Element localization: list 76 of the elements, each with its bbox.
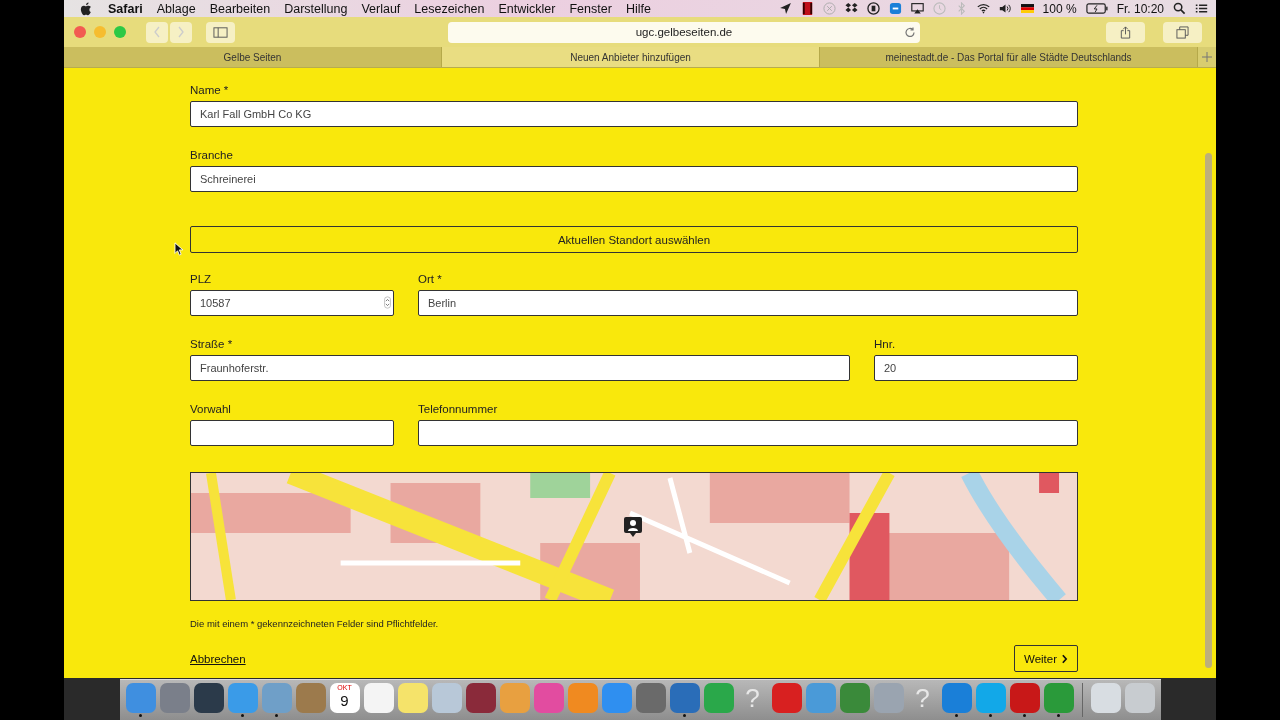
address-bar[interactable]: ugc.gelbeseiten.de <box>448 21 920 43</box>
sidebar-button[interactable] <box>206 21 235 43</box>
tabs-icon <box>1175 25 1190 39</box>
field-label: Ort * <box>418 273 443 285</box>
field-label: PLZ <box>190 273 213 285</box>
field-label: Branche <box>190 149 234 161</box>
next-button[interactable]: Weiter <box>1014 645 1078 672</box>
share-icon <box>1118 25 1133 39</box>
menu-item[interactable]: Hilfe <box>625 1 651 16</box>
search-icon[interactable] <box>1173 2 1186 15</box>
app-icon[interactable] <box>465 683 496 713</box>
text-field[interactable] <box>190 420 394 446</box>
share-button[interactable] <box>1106 21 1145 43</box>
menu-item[interactable]: Entwickler <box>498 1 556 16</box>
battery-percentage: 100 % <box>1042 1 1077 16</box>
menu-bar-clock[interactable]: Fr. 10:20 <box>1116 1 1164 16</box>
airplay-icon[interactable] <box>910 2 924 15</box>
flag-icon[interactable] <box>1020 2 1034 15</box>
menu-item[interactable]: Verlauf <box>361 1 401 16</box>
minimize-window-button[interactable] <box>94 26 106 38</box>
film-strip-icon[interactable] <box>800 2 814 15</box>
text-field[interactable]: Schreinerei <box>190 166 1078 192</box>
speaker-icon[interactable] <box>998 2 1012 15</box>
map-pin-icon[interactable] <box>623 516 643 538</box>
app-icon[interactable] <box>193 683 224 713</box>
app-icon[interactable] <box>635 683 666 713</box>
field-label: Straße * <box>190 338 234 350</box>
scrollbar-thumb[interactable] <box>1204 153 1212 668</box>
browser-tab[interactable]: meinestadt.de - Das Portal für alle Städte Deutschlands <box>820 47 1198 67</box>
app-icon[interactable] <box>363 683 394 713</box>
app-menu[interactable]: Safari <box>108 1 143 16</box>
sidebar-icon <box>213 25 228 39</box>
text-field[interactable]: Fraunhoferstr. <box>190 355 850 381</box>
mouse-cursor-icon <box>174 242 183 256</box>
text-field[interactable]: Berlin <box>418 290 1078 316</box>
menu-item[interactable]: Darstellung <box>284 1 348 16</box>
wifi-icon[interactable] <box>976 2 990 15</box>
app-icon[interactable] <box>1009 683 1040 713</box>
text-field[interactable]: Karl Fall GmbH Co KG <box>190 101 1078 127</box>
plus-icon <box>1202 52 1212 62</box>
stepper-icon[interactable] <box>384 296 391 309</box>
cancel-link[interactable]: Abbrechen <box>190 652 246 665</box>
app-icon[interactable] <box>669 683 700 713</box>
battery-icon[interactable] <box>1085 2 1108 15</box>
text-field[interactable] <box>418 420 1078 446</box>
list-icon[interactable] <box>1195 2 1208 15</box>
field-label: Hnr. <box>874 338 897 350</box>
chevron-right-icon <box>177 26 185 38</box>
required-fields-note: Die mit einem * gekennzeichneten Felder sind Pflichtfelder. <box>190 618 440 629</box>
new-tab-button[interactable] <box>1198 47 1216 67</box>
clock-icon[interactable] <box>932 2 946 15</box>
reload-icon[interactable] <box>904 25 916 39</box>
text-field[interactable]: 20 <box>874 355 1078 381</box>
chevron-right-icon <box>1061 653 1068 664</box>
tabs-overview-button[interactable] <box>1163 21 1202 43</box>
apple-icon[interactable] <box>80 1 92 16</box>
close-window-button[interactable] <box>74 26 86 38</box>
number-field[interactable]: 10587 <box>190 290 394 316</box>
browser-tab[interactable]: Neuen Anbieter hinzufügen <box>442 47 820 67</box>
menu-item[interactable]: Lesezeichen <box>414 1 485 16</box>
menu-item[interactable]: Bearbeiten <box>209 1 271 16</box>
field-label: Telefonnummer <box>418 403 499 415</box>
chevron-left-icon <box>153 26 161 38</box>
field-label: Vorwahl <box>190 403 232 415</box>
app-icon[interactable] <box>771 683 802 713</box>
zoom-window-button[interactable] <box>114 26 126 38</box>
forward-button[interactable] <box>170 21 192 43</box>
location-button[interactable]: Aktuellen Standort auswählen <box>190 226 1078 253</box>
calendar-day: 9 <box>340 692 349 709</box>
menu-item[interactable]: Fenster <box>569 1 612 16</box>
location-arrow-icon[interactable] <box>778 2 792 15</box>
browser-tab[interactable]: Gelbe Seiten <box>64 47 442 67</box>
close-circle-icon[interactable] <box>822 2 836 15</box>
menu-item[interactable]: Ablage <box>156 1 196 16</box>
field-label: Name * <box>190 84 230 96</box>
back-button[interactable] <box>146 21 168 43</box>
